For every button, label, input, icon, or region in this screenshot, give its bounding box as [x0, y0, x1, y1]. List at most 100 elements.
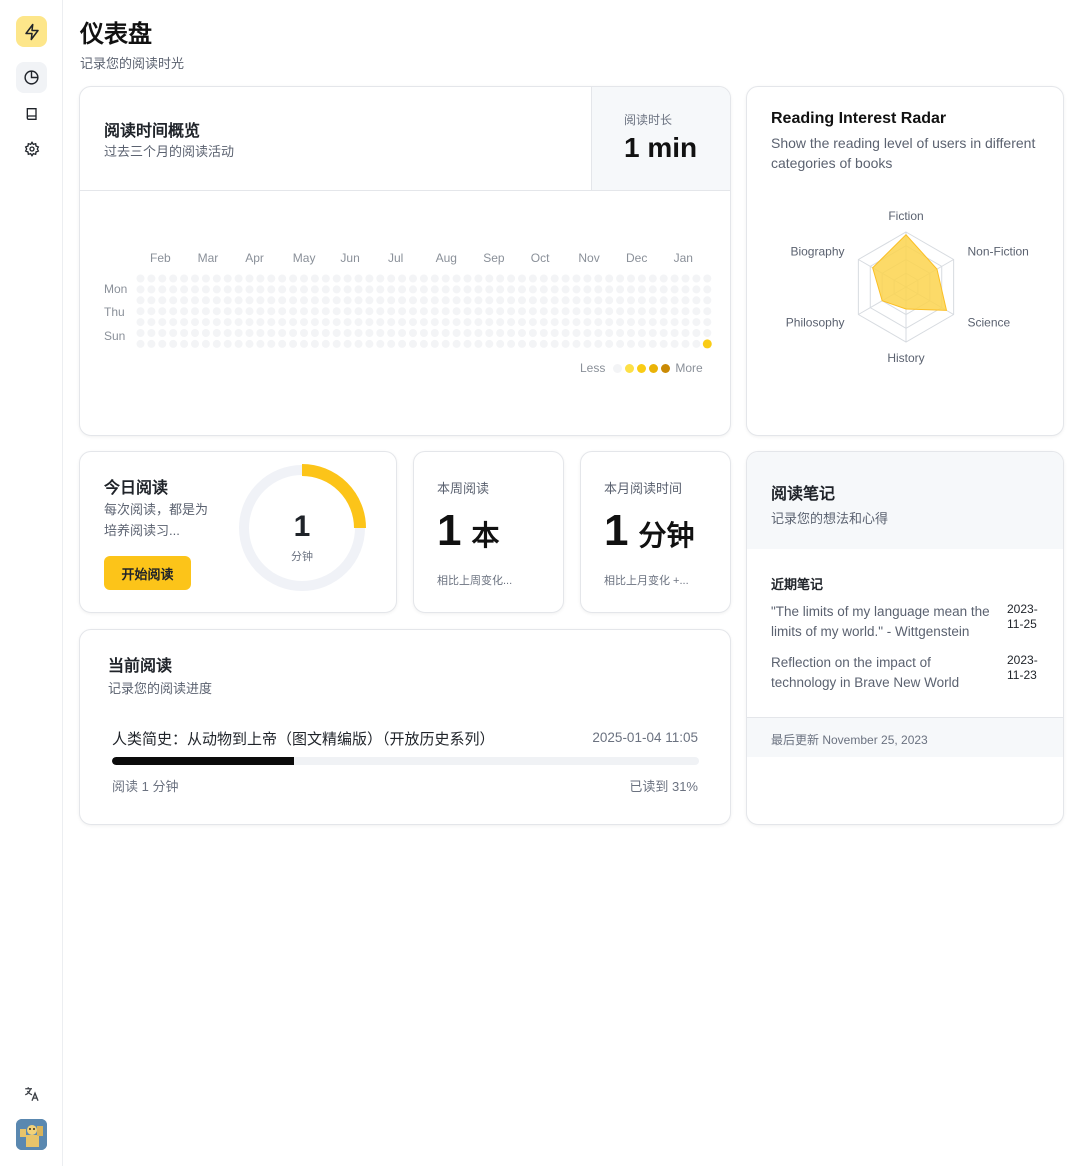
heatmap-cell[interactable]: [670, 274, 679, 283]
heatmap-cell[interactable]: [387, 307, 396, 316]
heatmap-cell[interactable]: [321, 285, 330, 294]
heatmap-cell[interactable]: [212, 285, 221, 294]
heatmap-cell[interactable]: [376, 274, 385, 283]
heatmap-cell[interactable]: [474, 274, 483, 283]
heatmap-cell[interactable]: [670, 318, 679, 327]
heatmap-cell[interactable]: [572, 329, 581, 337]
heatmap-cell[interactable]: [496, 307, 505, 316]
heatmap-cell[interactable]: [158, 285, 167, 294]
heatmap-cell[interactable]: [539, 329, 548, 337]
heatmap-cell[interactable]: [572, 339, 581, 348]
heatmap-cell[interactable]: [387, 296, 396, 305]
heatmap-cell[interactable]: [398, 339, 407, 348]
heatmap-cell[interactable]: [703, 329, 712, 337]
heatmap-cell[interactable]: [321, 339, 330, 348]
heatmap-cell[interactable]: [398, 296, 407, 305]
heatmap-cell[interactable]: [539, 296, 548, 305]
heatmap-cell[interactable]: [234, 307, 243, 316]
heatmap-cell[interactable]: [528, 296, 537, 305]
heatmap-cell[interactable]: [245, 285, 254, 294]
heatmap-cell[interactable]: [518, 329, 526, 337]
heatmap-cell[interactable]: [376, 285, 385, 294]
heatmap-cell[interactable]: [136, 285, 145, 294]
heatmap-cell[interactable]: [278, 339, 287, 348]
heatmap-cell[interactable]: [191, 339, 199, 348]
heatmap-cell[interactable]: [234, 329, 243, 337]
heatmap-cell[interactable]: [539, 285, 548, 294]
heatmap-cell[interactable]: [430, 339, 439, 348]
heatmap-cell[interactable]: [419, 296, 428, 305]
heatmap-cell[interactable]: [245, 307, 254, 316]
heatmap-cell[interactable]: [659, 307, 668, 316]
heatmap-cell[interactable]: [223, 285, 232, 294]
heatmap-cell[interactable]: [201, 285, 210, 294]
heatmap-cell[interactable]: [310, 339, 319, 348]
heatmap-cell[interactable]: [278, 307, 287, 316]
heatmap-cell[interactable]: [441, 274, 450, 283]
heatmap-cell[interactable]: [256, 296, 265, 305]
heatmap-cell[interactable]: [332, 339, 341, 348]
heatmap-cell[interactable]: [234, 285, 243, 294]
heatmap-cell[interactable]: [463, 274, 472, 283]
heatmap-cell[interactable]: [605, 339, 614, 348]
heatmap-cell[interactable]: [169, 339, 178, 348]
heatmap-cell[interactable]: [507, 318, 516, 327]
heatmap-cell[interactable]: [474, 296, 483, 305]
heatmap-cell[interactable]: [147, 274, 156, 283]
heatmap-cell[interactable]: [376, 296, 385, 305]
heatmap-cell[interactable]: [681, 318, 690, 327]
heatmap-cell[interactable]: [485, 274, 494, 283]
heatmap-cell[interactable]: [147, 307, 156, 316]
heatmap-cell[interactable]: [245, 339, 254, 348]
heatmap-cell[interactable]: [463, 285, 472, 294]
heatmap-cell[interactable]: [703, 285, 712, 294]
heatmap-cell[interactable]: [627, 329, 635, 337]
heatmap-cell[interactable]: [321, 274, 330, 283]
heatmap-cell[interactable]: [343, 274, 352, 283]
heatmap-cell[interactable]: [387, 329, 396, 337]
heatmap-cell[interactable]: [703, 318, 712, 327]
heatmap-cell[interactable]: [267, 318, 276, 327]
heatmap-cell[interactable]: [485, 296, 494, 305]
start-reading-button[interactable]: 开始阅读: [104, 556, 191, 590]
heatmap-cell[interactable]: [594, 307, 603, 316]
heatmap-cell[interactable]: [518, 339, 526, 348]
heatmap-cell[interactable]: [169, 329, 178, 337]
heatmap-cell[interactable]: [550, 318, 559, 327]
heatmap-cell[interactable]: [507, 307, 516, 316]
heatmap-cell[interactable]: [365, 307, 374, 316]
heatmap-cell[interactable]: [158, 307, 167, 316]
heatmap-cell[interactable]: [398, 285, 407, 294]
heatmap-cell[interactable]: [616, 296, 625, 305]
heatmap-cell[interactable]: [463, 339, 472, 348]
heatmap-cell[interactable]: [354, 296, 363, 305]
heatmap-cell[interactable]: [648, 339, 657, 348]
heatmap-cell[interactable]: [278, 285, 287, 294]
heatmap-cell[interactable]: [310, 318, 319, 327]
heatmap-cell[interactable]: [169, 274, 178, 283]
heatmap-cell[interactable]: [256, 339, 265, 348]
heatmap-cell[interactable]: [332, 274, 341, 283]
heatmap-cell[interactable]: [201, 307, 210, 316]
heatmap-cell[interactable]: [528, 274, 537, 283]
pie-chart-icon[interactable]: [16, 62, 47, 93]
heatmap-cell[interactable]: [648, 329, 657, 337]
heatmap-cell[interactable]: [136, 318, 145, 327]
heatmap-cell[interactable]: [289, 274, 298, 283]
heatmap-cell[interactable]: [212, 274, 221, 283]
heatmap-cell[interactable]: [289, 339, 298, 348]
heatmap-cell[interactable]: [180, 296, 189, 305]
heatmap-cell[interactable]: [616, 329, 625, 337]
heatmap-cell[interactable]: [594, 318, 603, 327]
heatmap-cell[interactable]: [518, 274, 526, 283]
heatmap-cell[interactable]: [485, 285, 494, 294]
heatmap-cell[interactable]: [354, 307, 363, 316]
heatmap-cell[interactable]: [191, 329, 199, 337]
heatmap-cell[interactable]: [354, 318, 363, 327]
heatmap-cell[interactable]: [278, 329, 287, 337]
heatmap-cell[interactable]: [670, 307, 679, 316]
heatmap-cell[interactable]: [507, 274, 516, 283]
heatmap-cell[interactable]: [583, 285, 592, 294]
heatmap-cell[interactable]: [648, 307, 657, 316]
heatmap-cell[interactable]: [300, 285, 308, 294]
